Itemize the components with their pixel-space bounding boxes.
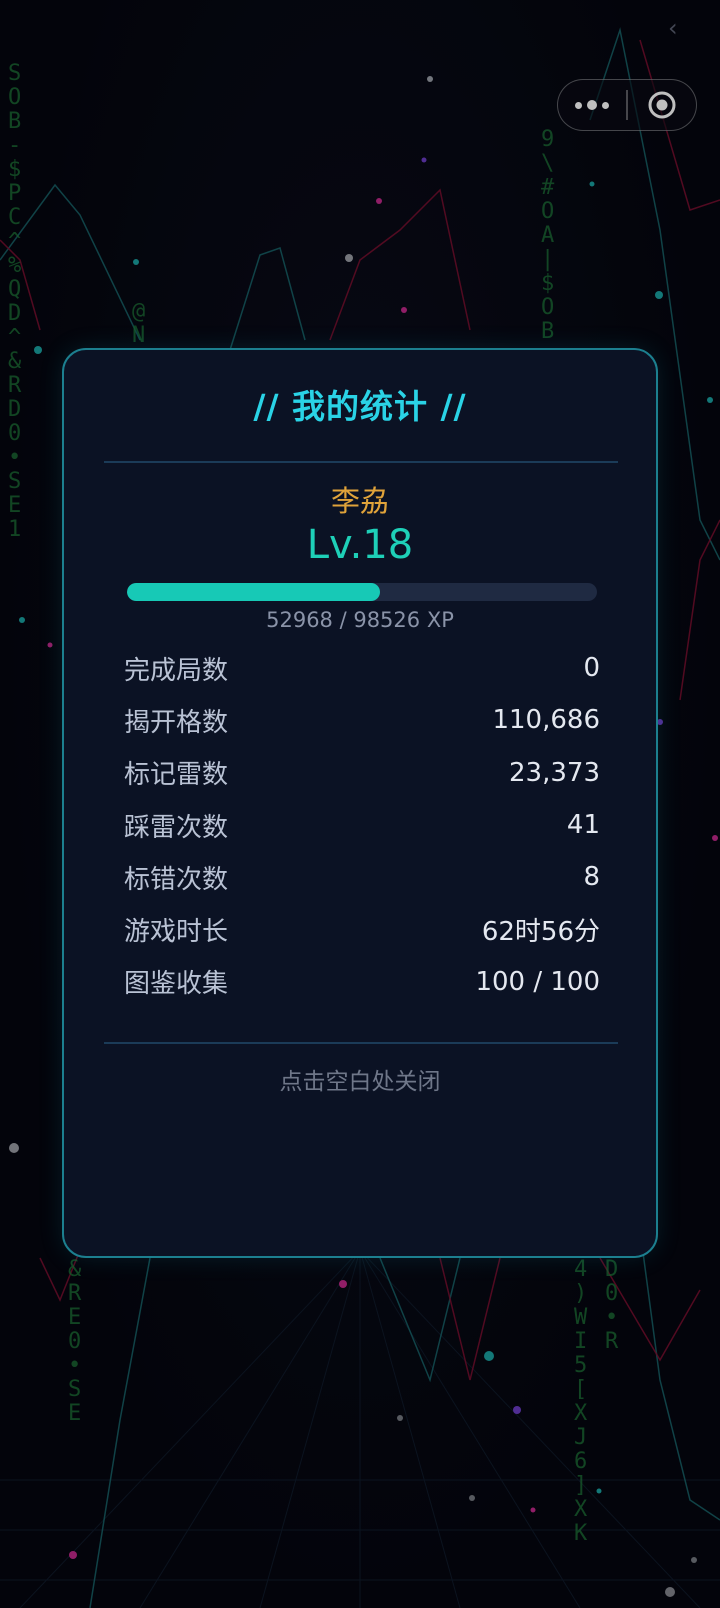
title-divider bbox=[104, 461, 618, 463]
stat-label: 图鉴收集 bbox=[124, 969, 229, 1000]
stat-label: 完成局数 bbox=[124, 655, 229, 686]
stat-value: 62时56分 bbox=[481, 917, 600, 948]
stat-value: 41 bbox=[566, 810, 600, 841]
modal-title: // 我的统计 // bbox=[253, 387, 467, 426]
stat-row-mines-flagged: 标记雷数 23,373 bbox=[124, 747, 600, 799]
stat-row-cells-revealed: 揭开格数 110,686 bbox=[124, 694, 600, 746]
xp-progress-bar bbox=[127, 583, 597, 601]
stat-row-mines-hit: 踩雷次数 41 bbox=[124, 799, 600, 851]
stat-value: 110,686 bbox=[492, 705, 600, 736]
game-screen: S O B - $ P C ^% Q D ^ & R D 0 • S E 1 @ N 9 \ # O A | $ O B & R E 0 • S… bbox=[0, 0, 720, 1608]
footer-divider bbox=[104, 1042, 618, 1044]
stat-value: 100 / 100 bbox=[475, 966, 600, 997]
stat-value: 8 bbox=[583, 862, 600, 893]
stats-list: 完成局数 0 揭开格数 110,686 标记雷数 23,373 踩雷次数 41 … bbox=[124, 642, 600, 1008]
xp-text: 52968 / 98526 XP bbox=[266, 608, 454, 632]
stat-label: 游戏时长 bbox=[124, 917, 229, 948]
stat-label: 标记雷数 bbox=[124, 760, 229, 791]
player-level: Lv.18 bbox=[306, 522, 414, 568]
xp-progress-fill bbox=[127, 583, 380, 601]
stat-value: 23,373 bbox=[509, 757, 600, 788]
stats-modal: // 我的统计 // 李劦 Lv.18 52968 / 98526 XP 完成局… bbox=[62, 348, 658, 1258]
stat-label: 踩雷次数 bbox=[124, 812, 229, 843]
stat-label: 标错次数 bbox=[124, 864, 229, 895]
close-hint: 点击空白处关闭 bbox=[279, 1069, 441, 1095]
player-name: 李劦 bbox=[330, 484, 389, 518]
stat-label: 揭开格数 bbox=[124, 707, 229, 738]
stat-row-games-completed: 完成局数 0 bbox=[124, 642, 600, 694]
stat-row-wrong-flags: 标错次数 8 bbox=[124, 851, 600, 903]
stat-value: 0 bbox=[583, 653, 600, 684]
stat-row-collection: 图鉴收集 100 / 100 bbox=[124, 956, 600, 1008]
stat-row-play-time: 游戏时长 62时56分 bbox=[124, 903, 600, 955]
